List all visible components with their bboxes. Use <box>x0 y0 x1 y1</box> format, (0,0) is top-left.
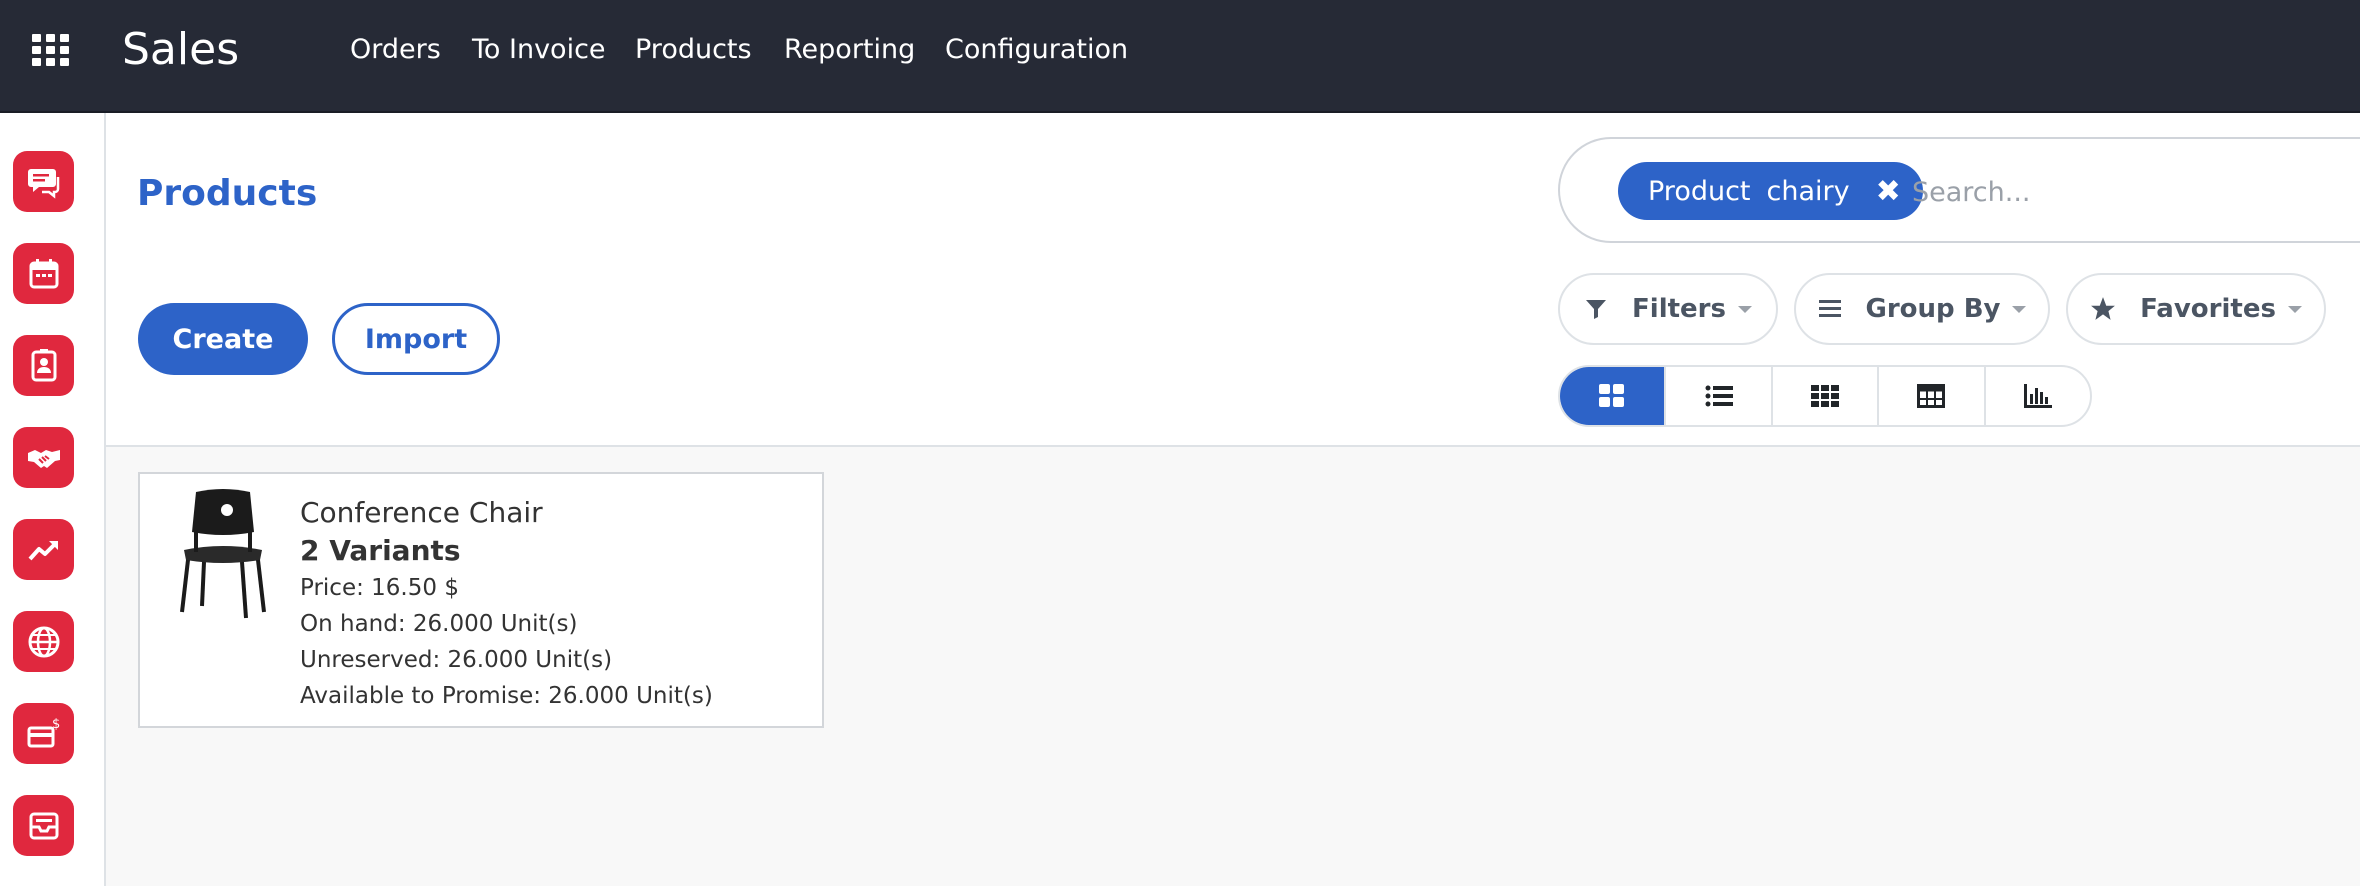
pivot-table-icon <box>1917 384 1946 408</box>
list-view-button[interactable] <box>1664 367 1770 425</box>
sidebar-item-contacts[interactable] <box>13 335 74 396</box>
search-facet-label: Product <box>1648 175 1751 207</box>
sidebar-item-inventory[interactable] <box>13 795 74 856</box>
svg-text:$: $ <box>52 717 60 732</box>
list-icon <box>1705 385 1733 407</box>
product-variants: 2 Variants <box>300 534 461 567</box>
favorites-button[interactable]: Favorites <box>2066 273 2326 345</box>
kanban-icon <box>1599 384 1625 407</box>
payment-card-icon: $ <box>27 717 60 747</box>
handshake-icon <box>27 449 60 468</box>
filter-icon <box>1586 300 1607 319</box>
page-title: Products <box>137 173 318 214</box>
import-button[interactable]: Import <box>332 303 500 375</box>
filters-label: Filters <box>1632 294 1726 324</box>
remove-facet-icon[interactable]: ✖ <box>1876 174 1901 209</box>
sidebar-item-calendar[interactable] <box>13 243 74 304</box>
star-icon <box>2091 297 2115 320</box>
group-by-label: Group By <box>1865 294 2001 324</box>
menu-reporting[interactable]: Reporting <box>784 30 915 70</box>
sidebar-item-invoicing[interactable]: $ <box>13 703 74 764</box>
chevron-down-icon <box>2012 305 2027 313</box>
contacts-icon <box>31 348 56 381</box>
sidebar-item-crm[interactable] <box>13 427 74 488</box>
top-navbar: Sales Orders To Invoice Products Reporti… <box>0 0 2360 113</box>
favorites-label: Favorites <box>2140 294 2276 324</box>
product-unreserved: Unreserved: 26.000 Unit(s) <box>300 647 613 673</box>
chevron-down-icon <box>2287 305 2302 313</box>
menu-to-invoice[interactable]: To Invoice <box>472 30 606 70</box>
search-facet-value: chairy <box>1766 175 1850 207</box>
pivot-view-button[interactable] <box>1877 367 1983 425</box>
search-bar: Product chairy ✖ <box>1558 137 2360 243</box>
sidebar-item-website[interactable] <box>13 611 74 672</box>
chevron-down-icon <box>1737 305 1752 313</box>
app-sidebar: $ <box>0 113 106 886</box>
grid-view-button[interactable] <box>1770 367 1877 425</box>
menu-orders[interactable]: Orders <box>350 30 441 70</box>
calendar-icon <box>29 258 58 288</box>
search-facet: Product chairy ✖ <box>1618 162 1923 220</box>
inbox-icon <box>29 812 58 839</box>
menu-products[interactable]: Products <box>635 30 752 70</box>
create-button[interactable]: Create <box>138 303 308 375</box>
product-on-hand: On hand: 26.000 Unit(s) <box>300 611 578 637</box>
apps-grid-icon[interactable] <box>32 34 70 66</box>
bars-icon <box>1818 300 1841 317</box>
product-price: Price: 16.50 $ <box>300 575 459 601</box>
discuss-icon <box>27 168 59 199</box>
filters-button[interactable]: Filters <box>1558 273 1778 345</box>
product-image <box>180 489 266 619</box>
search-input[interactable] <box>1912 169 2352 215</box>
product-name: Conference Chair <box>300 496 543 529</box>
sidebar-item-discuss[interactable] <box>13 151 74 212</box>
view-switcher <box>1558 365 2092 427</box>
control-panel: Products Create Import Product chairy ✖ … <box>106 113 2360 447</box>
kanban-view-button[interactable] <box>1560 367 1665 425</box>
product-card[interactable]: Conference Chair 2 Variants Price: 16.50… <box>138 472 824 728</box>
product-available: Available to Promise: 26.000 Unit(s) <box>300 683 713 709</box>
product-details: Conference Chair 2 Variants Price: 16.50… <box>300 494 713 714</box>
bar-chart-icon <box>2023 384 2052 408</box>
globe-icon <box>28 626 59 657</box>
sidebar-item-sales[interactable] <box>13 519 74 580</box>
graph-view-button[interactable] <box>1983 367 2090 425</box>
app-title[interactable]: Sales <box>122 20 239 80</box>
trend-up-icon <box>28 540 58 560</box>
menu-configuration[interactable]: Configuration <box>945 30 1128 70</box>
group-by-button[interactable]: Group By <box>1794 273 2050 345</box>
grid-icon <box>1811 385 1840 407</box>
